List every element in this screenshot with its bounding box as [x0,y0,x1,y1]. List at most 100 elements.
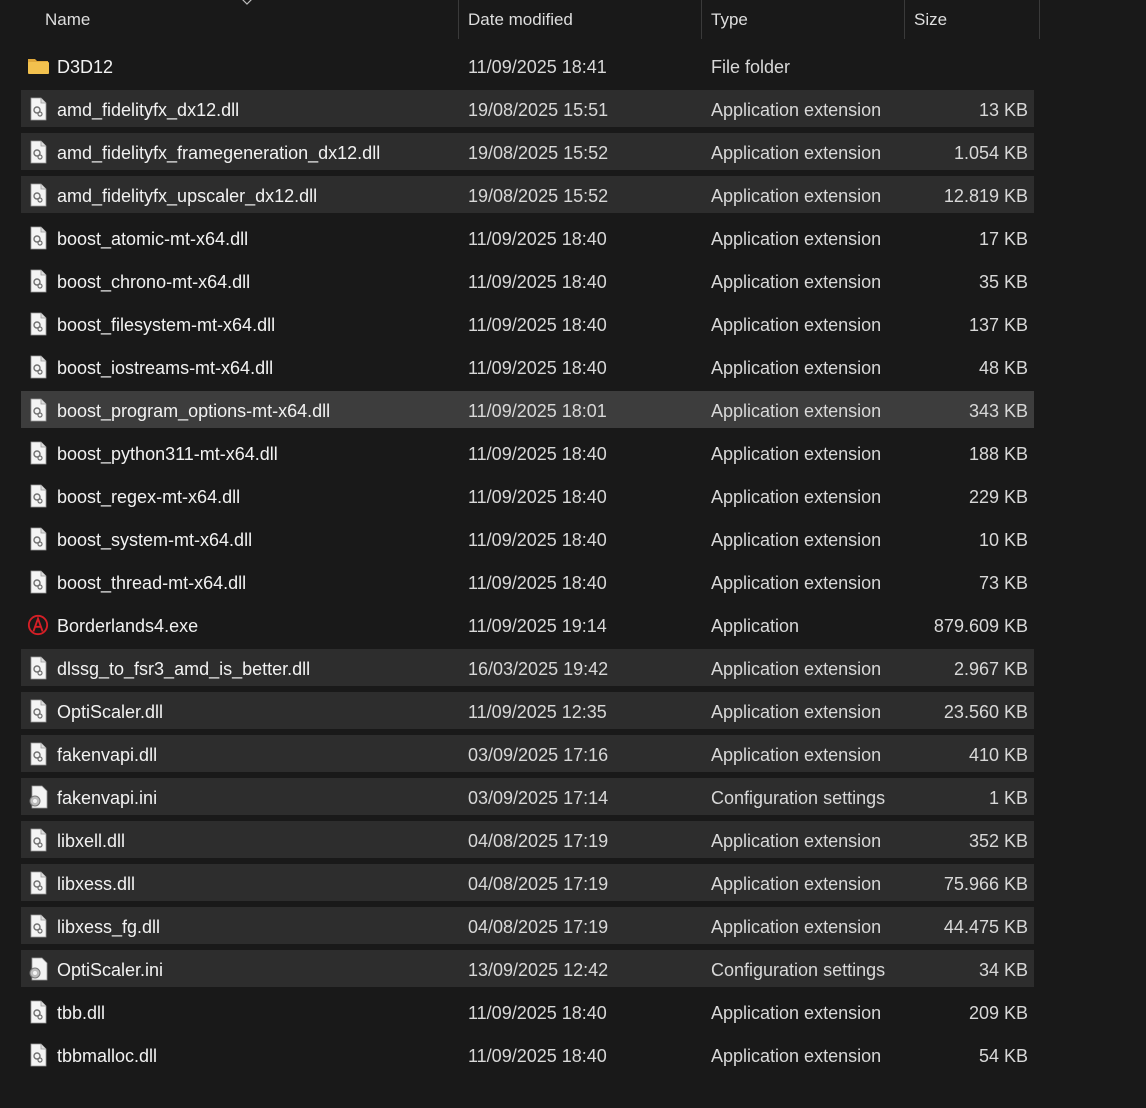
file-date-modified: 19/08/2025 15:52 [468,143,609,163]
file-size: 54 KB [978,1046,1028,1066]
file-row[interactable]: libxess.dll 04/08/2025 17:19 Application e… [21,864,1034,901]
column-header-name-label: Name [45,10,91,29]
file-name: boost_python311-mt-x64.dll [57,444,278,464]
file-list: D3D12 11/09/2025 18:41 File folder amd_fide… [0,47,1040,1079]
dll-file-icon [30,484,47,508]
column-separator[interactable] [701,0,702,39]
file-size: 44.475 KB [943,917,1028,937]
file-size: 1 KB [988,788,1028,808]
file-row[interactable]: D3D12 11/09/2025 18:41 File folder [21,47,1034,84]
file-date-modified: 11/09/2025 12:35 [468,702,607,722]
file-row[interactable]: tbbmalloc.dll 11/09/2025 18:40 Application… [21,1036,1034,1073]
file-date-modified: 11/09/2025 18:40 [468,573,607,593]
sort-ascending-icon [242,0,252,5]
file-type: Application extension [711,530,882,550]
file-size: 10 KB [978,530,1028,550]
column-separator[interactable] [458,0,459,39]
file-name: boost_regex-mt-x64.dll [57,487,241,507]
file-row[interactable]: boost_python311-mt-x64.dll 11/09/2025 18:… [21,434,1034,471]
file-size: 35 KB [978,272,1028,292]
file-name: Borderlands4.exe [57,616,199,636]
file-size: 23.560 KB [943,702,1028,722]
file-name: libxess.dll [57,874,136,894]
column-header-type[interactable]: Type [711,0,904,39]
file-name: OptiScaler.ini [57,960,164,980]
dll-file-icon [30,312,47,336]
file-row[interactable]: libxell.dll 04/08/2025 17:19 Application e… [21,821,1034,858]
file-type: Application extension [711,831,882,851]
file-row[interactable]: dlssg_to_fsr3_amd_is_better.dll 16/03/202… [21,649,1034,686]
file-name: OptiScaler.dll [57,702,164,722]
file-type: Application extension [711,143,882,163]
file-size: 410 KB [968,745,1028,765]
file-size: 209 KB [968,1003,1028,1023]
file-row[interactable]: fakenvapi.dll 03/09/2025 17:16 Application… [21,735,1034,772]
file-row[interactable]: amd_fidelityfx_upscaler_dx12.dll 19/08/20… [21,176,1034,213]
file-type: Application extension [711,358,882,378]
file-row[interactable]: OptiScaler.dll 11/09/2025 12:35 Applicatio… [21,692,1034,729]
file-size: 2.967 KB [953,659,1028,679]
dll-file-icon [30,398,47,422]
file-name: tbb.dll [57,1003,106,1023]
file-type: Application extension [711,229,882,249]
file-row[interactable]: boost_program_options-mt-x64.dll 11/09/20… [21,391,1034,428]
dll-file-icon [30,140,47,164]
file-row[interactable]: OptiScaler.ini 13/09/2025 12:42 Configurat… [21,950,1034,987]
dll-file-icon [30,226,47,250]
file-row[interactable]: amd_fidelityfx_framegeneration_dx12.dll 1… [21,133,1034,170]
folder-icon [28,59,49,74]
file-date-modified: 11/09/2025 18:40 [468,272,607,292]
file-date-modified: 11/09/2025 18:40 [468,315,607,335]
file-date-modified: 11/09/2025 18:01 [468,401,607,421]
file-row[interactable]: boost_regex-mt-x64.dll 11/09/2025 18:40 Ap… [21,477,1034,514]
file-row[interactable]: libxess_fg.dll 04/08/2025 17:19 Applicatio… [21,907,1034,944]
file-row[interactable]: amd_fidelityfx_dx12.dll 19/08/2025 15:51 A… [21,90,1034,127]
file-name: boost_thread-mt-x64.dll [57,573,247,593]
column-header-date[interactable]: Date modified [468,0,701,39]
file-type: Application extension [711,1003,882,1023]
file-type: Application extension [711,702,882,722]
file-name: boost_filesystem-mt-x64.dll [57,315,276,335]
file-name: boost_chrono-mt-x64.dll [57,272,251,292]
file-row[interactable]: boost_thread-mt-x64.dll 11/09/2025 18:40 A… [21,563,1034,600]
dll-file-icon [30,828,47,852]
file-date-modified: 19/08/2025 15:51 [468,100,609,120]
file-type: Configuration settings [711,788,886,808]
file-row[interactable]: Borderlands4.exe 11/09/2025 19:14 Applicat… [21,606,1034,643]
file-size: 1.054 KB [953,143,1028,163]
file-row[interactable]: boost_iostreams-mt-x64.dll 11/09/2025 18:… [21,348,1034,385]
dll-file-icon [30,269,47,293]
file-type: Application extension [711,1046,882,1066]
file-name: dlssg_to_fsr3_amd_is_better.dll [57,659,311,679]
column-separator[interactable] [904,0,905,39]
file-date-modified: 11/09/2025 18:40 [468,530,607,550]
file-name: tbbmalloc.dll [57,1046,158,1066]
file-row[interactable]: tbb.dll 11/09/2025 18:40 Application exten… [21,993,1034,1030]
file-date-modified: 11/09/2025 18:40 [468,1003,607,1023]
file-type: Application extension [711,315,882,335]
column-header-size[interactable]: Size [914,0,1039,39]
dll-file-icon [30,871,47,895]
file-date-modified: 11/09/2025 18:40 [468,229,607,249]
file-name: boost_iostreams-mt-x64.dll [57,358,274,378]
dll-file-icon [30,656,47,680]
file-date-modified: 04/08/2025 17:19 [468,831,609,851]
file-row[interactable]: fakenvapi.ini 03/09/2025 17:14 Configurati… [21,778,1034,815]
dll-file-icon [30,355,47,379]
file-row[interactable]: boost_filesystem-mt-x64.dll 11/09/2025 18… [21,305,1034,342]
file-date-modified: 04/08/2025 17:19 [468,917,609,937]
file-name: boost_system-mt-x64.dll [57,530,253,550]
file-type: Application extension [711,745,882,765]
dll-file-icon [30,1043,47,1067]
file-date-modified: 11/09/2025 18:40 [468,358,607,378]
file-row[interactable]: boost_atomic-mt-x64.dll 11/09/2025 18:40 A… [21,219,1034,256]
file-type: Application extension [711,659,882,679]
file-row[interactable]: boost_system-mt-x64.dll 11/09/2025 18:40 A… [21,520,1034,557]
file-type: Application extension [711,401,882,421]
file-row[interactable]: boost_chrono-mt-x64.dll 11/09/2025 18:40 A… [21,262,1034,299]
column-separator[interactable] [1039,0,1040,39]
file-name: libxess_fg.dll [57,917,161,937]
file-type: Application extension [711,487,882,507]
file-date-modified: 11/09/2025 19:14 [468,616,607,636]
dll-file-icon [30,570,47,594]
